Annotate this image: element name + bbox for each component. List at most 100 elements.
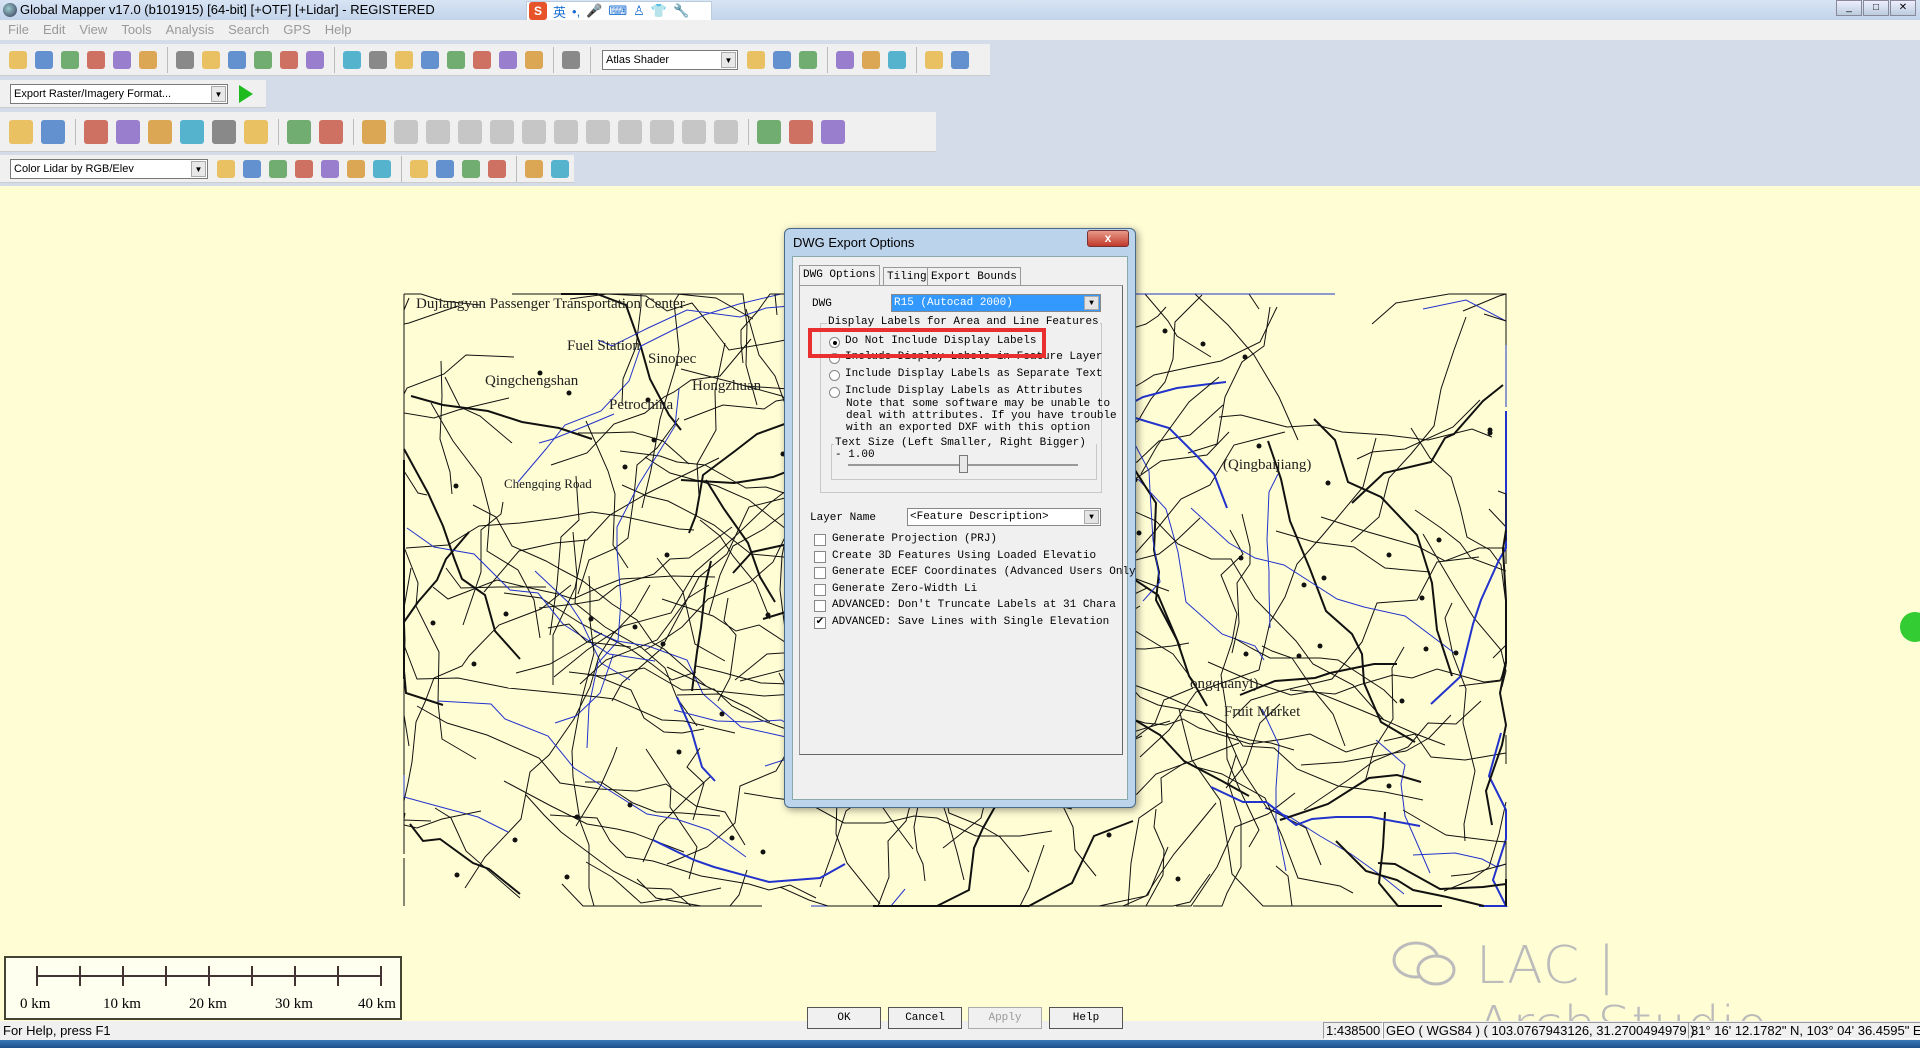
create-point-button[interactable] bbox=[316, 117, 346, 147]
create-area-rect-button[interactable] bbox=[38, 117, 68, 147]
layer-name-select[interactable]: <Feature Description> ▼ bbox=[907, 508, 1101, 526]
undo-edit-2-button[interactable] bbox=[786, 117, 816, 147]
checkbox[interactable] bbox=[814, 550, 826, 563]
info-button[interactable] bbox=[418, 48, 442, 72]
lidar-color-select[interactable]: Color Lidar by RGB/Elev ▼ bbox=[10, 158, 208, 179]
checkbox[interactable]: ✔ bbox=[814, 617, 826, 629]
open-button[interactable] bbox=[6, 48, 30, 72]
checkbox[interactable] bbox=[814, 567, 826, 580]
chevron-down-icon[interactable]: ▼ bbox=[721, 51, 736, 68]
auto-ground-button[interactable] bbox=[433, 157, 457, 181]
path-profile-button[interactable] bbox=[444, 48, 468, 72]
menu-help[interactable]: Help bbox=[325, 20, 352, 39]
undo-edit-1-button[interactable] bbox=[754, 117, 784, 147]
chevron-down-icon[interactable]: ▼ bbox=[191, 160, 206, 177]
tab-dwg-options[interactable]: DWG Options bbox=[799, 265, 880, 285]
keyboard-icon[interactable]: ⌨ bbox=[608, 3, 627, 19]
measure-button[interactable] bbox=[392, 48, 416, 72]
shader-2-button[interactable] bbox=[796, 48, 820, 72]
zoom-in-button[interactable] bbox=[173, 48, 197, 72]
chevron-down-icon[interactable]: ▼ bbox=[211, 85, 226, 102]
checkbox[interactable] bbox=[814, 534, 826, 546]
shader-1-button[interactable] bbox=[744, 48, 768, 72]
refresh-button[interactable] bbox=[277, 48, 301, 72]
radio-labels-attributes[interactable] bbox=[829, 387, 840, 398]
create-line-curve-button[interactable] bbox=[113, 117, 143, 147]
export-format-select[interactable]: Export Raster/Imagery Format... ▼ bbox=[10, 83, 228, 104]
edit-disabled-5-button[interactable] bbox=[519, 117, 549, 147]
menu-gps[interactable]: GPS bbox=[283, 20, 310, 39]
create-line-button[interactable] bbox=[81, 117, 111, 147]
filter-button[interactable] bbox=[522, 48, 546, 72]
med-veg-button[interactable] bbox=[266, 157, 290, 181]
create-area-button[interactable] bbox=[6, 117, 36, 147]
create-points-button[interactable] bbox=[284, 117, 314, 147]
low-veg-button[interactable] bbox=[240, 157, 264, 181]
menu-file[interactable]: File bbox=[8, 20, 29, 39]
user-icon[interactable]: ♙ bbox=[633, 3, 645, 19]
skin-icon[interactable]: 👕 bbox=[651, 3, 667, 19]
undo-edit-3-button[interactable] bbox=[818, 117, 848, 147]
tower-button[interactable] bbox=[470, 48, 494, 72]
text-size-slider[interactable] bbox=[959, 455, 968, 473]
zoom-out-button[interactable] bbox=[199, 48, 223, 72]
run-export-button[interactable] bbox=[234, 82, 258, 106]
grid-button[interactable] bbox=[303, 48, 327, 72]
apply-button[interactable]: Apply bbox=[968, 1007, 1042, 1029]
edit-disabled-4-button[interactable] bbox=[487, 117, 517, 147]
layers-button[interactable] bbox=[84, 48, 108, 72]
line-edit-button[interactable] bbox=[359, 117, 389, 147]
tab-tiling[interactable]: Tiling bbox=[883, 267, 931, 285]
edit-disabled-3-button[interactable] bbox=[455, 117, 485, 147]
powerline-button[interactable] bbox=[344, 157, 368, 181]
microphone-icon[interactable]: 🎤 bbox=[586, 3, 602, 19]
auto-noise-button[interactable] bbox=[407, 157, 431, 181]
radio-labels-separate-text[interactable] bbox=[829, 370, 840, 381]
wrench-icon[interactable]: 🔧 bbox=[673, 3, 689, 19]
close-button[interactable]: ✕ bbox=[1890, 0, 1916, 16]
save-button[interactable] bbox=[32, 48, 56, 72]
cogo-button[interactable] bbox=[177, 117, 207, 147]
ground-class-button[interactable] bbox=[214, 157, 238, 181]
create-grid-button[interactable] bbox=[241, 117, 271, 147]
shader-select[interactable]: Atlas Shader ▼ bbox=[602, 49, 738, 70]
ok-button[interactable]: OK bbox=[807, 1007, 881, 1029]
maximize-button[interactable]: □ bbox=[1863, 0, 1889, 16]
export-button[interactable] bbox=[833, 48, 857, 72]
ime-punct[interactable]: •, bbox=[572, 4, 580, 19]
zoom-tool-button[interactable] bbox=[340, 48, 364, 72]
create-circle-button[interactable] bbox=[209, 117, 239, 147]
lidar-grid-button[interactable] bbox=[548, 157, 572, 181]
digitize-button[interactable] bbox=[496, 48, 520, 72]
checkbox[interactable] bbox=[814, 600, 826, 613]
chevron-down-icon[interactable]: ▼ bbox=[1084, 296, 1099, 310]
sparkle-button[interactable] bbox=[885, 48, 909, 72]
ime-lang[interactable]: 英 bbox=[553, 2, 566, 21]
tools-button[interactable] bbox=[136, 48, 160, 72]
high-veg-button[interactable] bbox=[292, 157, 316, 181]
globe-button[interactable] bbox=[58, 48, 82, 72]
home-button[interactable] bbox=[251, 48, 275, 72]
chevron-down-icon[interactable]: ▼ bbox=[1084, 510, 1099, 524]
shader-3d-button[interactable] bbox=[770, 48, 794, 72]
edit-disabled-11-button[interactable] bbox=[711, 117, 741, 147]
cancel-button[interactable]: Cancel bbox=[888, 1007, 962, 1029]
menu-analysis[interactable]: Analysis bbox=[166, 20, 214, 39]
help-button[interactable]: Help bbox=[1049, 1007, 1123, 1029]
zoom-extents-button[interactable] bbox=[225, 48, 249, 72]
auto-classify-button[interactable] bbox=[459, 157, 483, 181]
ime-toolbar[interactable]: S 英 •, 🎤 ⌨ ♙ 👕 🔧 bbox=[526, 1, 712, 21]
edit-disabled-9-button[interactable] bbox=[647, 117, 677, 147]
print-button[interactable] bbox=[859, 48, 883, 72]
water-button[interactable] bbox=[370, 157, 394, 181]
binoculars-button[interactable] bbox=[559, 48, 583, 72]
north-arrow-button[interactable] bbox=[948, 48, 972, 72]
create-rect-button[interactable] bbox=[145, 117, 175, 147]
edit-disabled-7-button[interactable] bbox=[583, 117, 613, 147]
lidar-filter-button[interactable] bbox=[522, 157, 546, 181]
config-button[interactable] bbox=[110, 48, 134, 72]
edit-disabled-10-button[interactable] bbox=[679, 117, 709, 147]
dialog-close-button[interactable]: x bbox=[1087, 230, 1129, 247]
menu-view[interactable]: View bbox=[79, 20, 107, 39]
minimize-button[interactable]: _ bbox=[1836, 0, 1862, 16]
